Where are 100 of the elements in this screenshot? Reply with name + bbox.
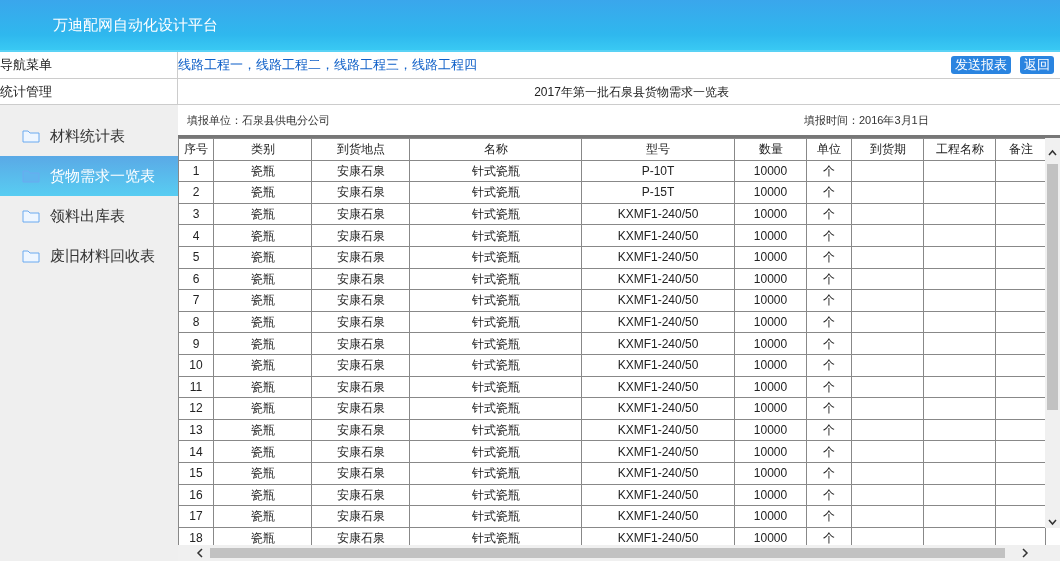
- table-cell: 10: [178, 354, 214, 377]
- table-cell: 10000: [734, 203, 807, 225]
- table-cell: 安康石泉: [311, 224, 410, 247]
- table-cell: 瓷瓶: [213, 484, 312, 506]
- table-cell: 针式瓷瓶: [409, 462, 582, 484]
- table-cell: 10000: [734, 268, 807, 290]
- column-header: 型号: [581, 138, 735, 161]
- table-cell: 10000: [734, 311, 807, 333]
- table-cell: 个: [806, 181, 852, 204]
- column-header: 到货地点: [311, 138, 410, 161]
- table-cell: KXMF1-240/50: [581, 462, 735, 484]
- table-cell: 10000: [734, 224, 807, 247]
- table-cell: KXMF1-240/50: [581, 440, 735, 463]
- table-cell: 瓷瓶: [213, 203, 312, 225]
- toolbar-button[interactable]: 返回: [1020, 56, 1054, 74]
- column-header: 名称: [409, 138, 582, 161]
- table-cell: 10000: [734, 354, 807, 377]
- table-cell: 针式瓷瓶: [409, 376, 582, 398]
- table-cell: 个: [806, 376, 852, 398]
- sidebar-item[interactable]: 材料统计表: [0, 116, 178, 156]
- column-header: 类别: [213, 138, 312, 161]
- table-cell: 14: [178, 440, 214, 463]
- table-cell: 瓷瓶: [213, 311, 312, 333]
- toolbar-button[interactable]: 发送报表: [951, 56, 1011, 74]
- table-cell: 针式瓷瓶: [409, 246, 582, 269]
- app-title: 万迪配网自动化设计平台: [53, 14, 218, 35]
- table-cell: KXMF1-240/50: [581, 268, 735, 290]
- table-cell: 个: [806, 289, 852, 312]
- table-cell: 安康石泉: [311, 462, 410, 484]
- table-cell: 针式瓷瓶: [409, 332, 582, 355]
- table-cell: KXMF1-240/50: [581, 224, 735, 247]
- table-cell: 17: [178, 505, 214, 528]
- table-cell: 个: [806, 440, 852, 463]
- table-cell: 瓷瓶: [213, 419, 312, 441]
- table-cell: 安康石泉: [311, 484, 410, 506]
- sidebar-item[interactable]: 废旧材料回收表: [0, 236, 178, 276]
- table-cell: 瓷瓶: [213, 354, 312, 377]
- table-cell: KXMF1-240/50: [581, 246, 735, 269]
- table-cell: 针式瓷瓶: [409, 203, 582, 225]
- table-cell: 10000: [734, 397, 807, 420]
- table-cell: 个: [806, 268, 852, 290]
- table-cell: 6: [178, 268, 214, 290]
- sidebar-item[interactable]: 领料出库表: [0, 196, 178, 236]
- table-cell: 针式瓷瓶: [409, 397, 582, 420]
- table-cell: 10000: [734, 181, 807, 204]
- table-cell: KXMF1-240/50: [581, 484, 735, 506]
- report-unit: 填报单位：石泉县供电分公司: [187, 112, 330, 128]
- table-cell: 安康石泉: [311, 419, 410, 441]
- column-header: 工程名称: [923, 138, 996, 161]
- column-header: 到货期: [851, 138, 924, 161]
- table-cell: P-10T: [581, 160, 735, 182]
- table-cell: 安康石泉: [311, 505, 410, 528]
- table-cell: 针式瓷瓶: [409, 268, 582, 290]
- table-cell: 个: [806, 354, 852, 377]
- report-date: 填报时间：2016年3月1日: [804, 112, 929, 128]
- table-cell: 瓷瓶: [213, 397, 312, 420]
- column-header: 单位: [806, 138, 852, 161]
- table-cell: 10000: [734, 289, 807, 312]
- table-cell: KXMF1-240/50: [581, 397, 735, 420]
- column-header: 序号: [178, 138, 214, 161]
- folder-icon: [22, 129, 40, 143]
- table-cell: 安康石泉: [311, 203, 410, 225]
- table-cell: 瓷瓶: [213, 505, 312, 528]
- table-cell: 1: [178, 160, 214, 182]
- table-cell: 个: [806, 160, 852, 182]
- table-cell: KXMF1-240/50: [581, 332, 735, 355]
- table-cell: 个: [806, 419, 852, 441]
- table-cell: 个: [806, 397, 852, 420]
- table-cell: 10000: [734, 419, 807, 441]
- table-cell: 针式瓷瓶: [409, 484, 582, 506]
- table-cell: 个: [806, 203, 852, 225]
- project-links[interactable]: 线路工程一，线路工程二，线路工程三，线路工程四: [178, 55, 477, 75]
- table-cell: 10000: [734, 440, 807, 463]
- table-cell: 瓷瓶: [213, 440, 312, 463]
- table-cell: 4: [178, 224, 214, 247]
- column-header: 数量: [734, 138, 807, 161]
- table-cell: 10000: [734, 246, 807, 269]
- table-cell: 安康石泉: [311, 376, 410, 398]
- report-title: 2017年第一批石泉县货物需求一览表: [534, 84, 729, 99]
- table-cell: 针式瓷瓶: [409, 160, 582, 182]
- folder-icon: [22, 169, 40, 183]
- table-cell: 瓷瓶: [213, 246, 312, 269]
- table-cell: 针式瓷瓶: [409, 419, 582, 441]
- table-cell: 个: [806, 246, 852, 269]
- table-cell: 11: [178, 376, 214, 398]
- table-cell: 16: [178, 484, 214, 506]
- table-cell: 安康石泉: [311, 311, 410, 333]
- table-cell: 15: [178, 462, 214, 484]
- table-cell: 安康石泉: [311, 354, 410, 377]
- table-cell: 5: [178, 246, 214, 269]
- nav-label: 导航菜单: [0, 56, 52, 75]
- table-cell: KXMF1-240/50: [581, 289, 735, 312]
- table-cell: 10000: [734, 484, 807, 506]
- table-cell: KXMF1-240/50: [581, 376, 735, 398]
- table-cell: KXMF1-240/50: [581, 505, 735, 528]
- table-cell: 针式瓷瓶: [409, 354, 582, 377]
- table-cell: 瓷瓶: [213, 181, 312, 204]
- table-cell: 针式瓷瓶: [409, 311, 582, 333]
- table-cell: 安康石泉: [311, 268, 410, 290]
- table-cell: 个: [806, 484, 852, 506]
